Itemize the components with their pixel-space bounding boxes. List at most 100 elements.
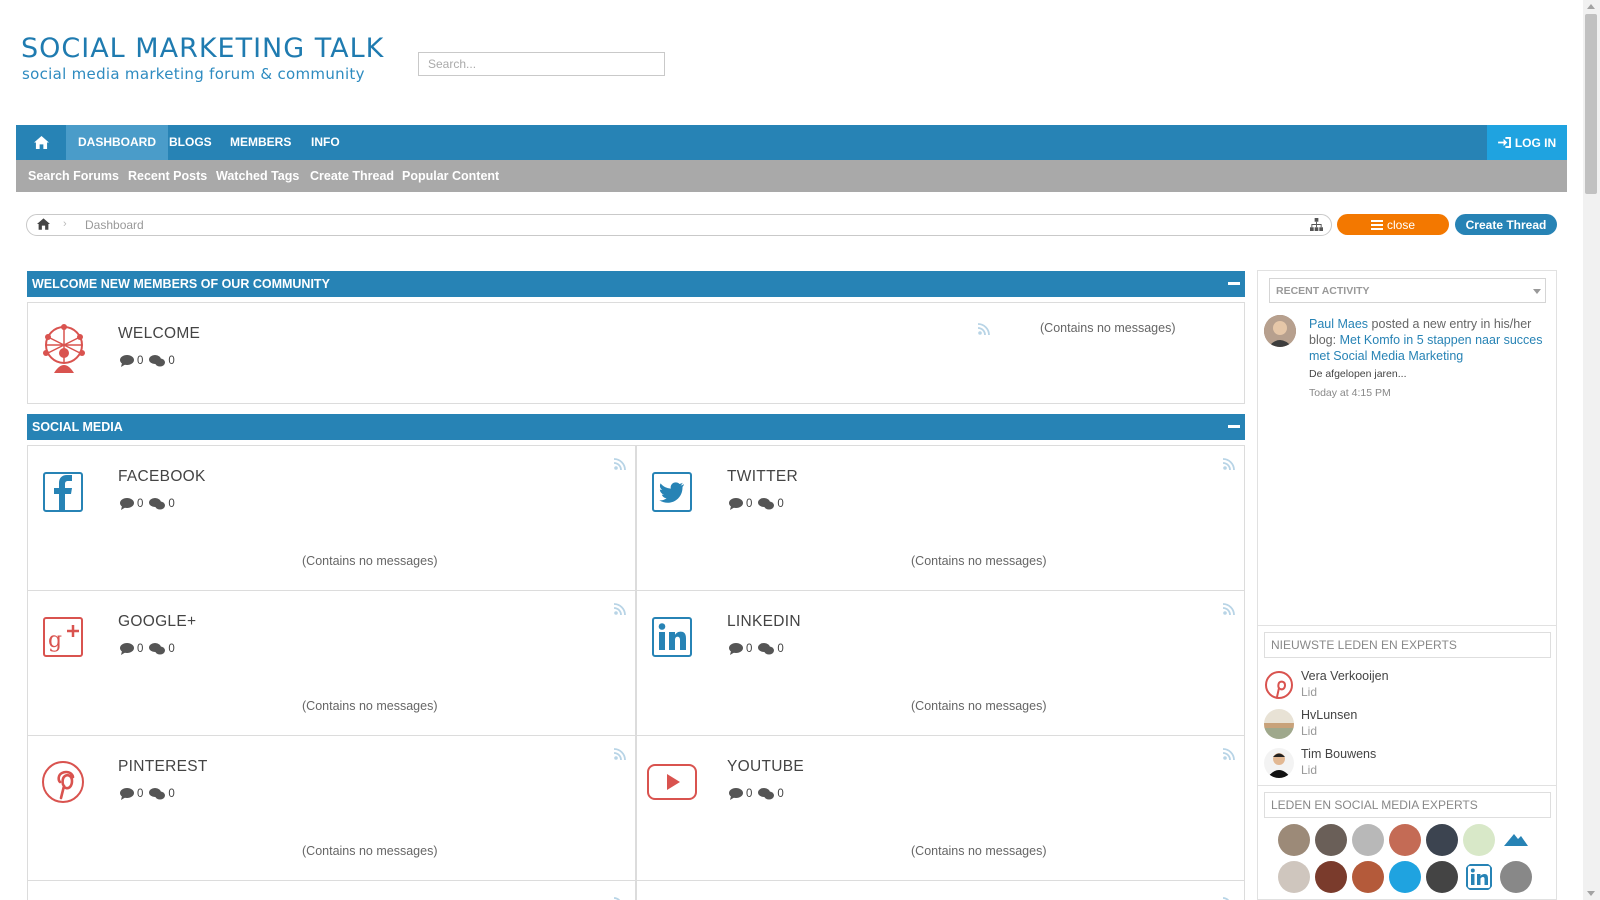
subnav-create-thread[interactable]: Create Thread <box>310 160 394 192</box>
rss-icon[interactable] <box>614 458 626 470</box>
forum-title[interactable]: LINKEDIN <box>727 613 801 631</box>
rss-icon[interactable] <box>1223 748 1235 760</box>
subnav-recent-posts[interactable]: Recent Posts <box>128 160 207 192</box>
forum-title[interactable]: FACEBOOK <box>118 468 206 486</box>
rss-icon[interactable] <box>614 893 626 900</box>
avatar[interactable] <box>1264 670 1294 700</box>
comment-icon <box>120 355 134 367</box>
rss-icon[interactable] <box>1223 603 1235 615</box>
avatar[interactable] <box>1389 824 1421 856</box>
close-button[interactable]: close <box>1337 214 1449 235</box>
avatar[interactable] <box>1315 861 1347 893</box>
subnav-watched-tags[interactable]: Watched Tags <box>216 160 299 192</box>
thread-count: 0 <box>746 498 753 510</box>
experts-title: LEDEN EN SOCIAL MEDIA EXPERTS <box>1264 792 1551 818</box>
section-header-welcome[interactable]: WELCOME NEW MEMBERS OF OUR COMMUNITY <box>27 271 1245 297</box>
section-header-social-media[interactable]: SOCIAL MEDIA <box>27 414 1245 440</box>
forum-status: (Contains no messages) <box>1040 321 1176 335</box>
forum-row-welcome: WELCOME 0 0 (Contains no messages) <box>27 302 1245 404</box>
message-count: 0 <box>168 498 175 510</box>
scroll-thumb[interactable] <box>1585 14 1597 194</box>
activity-select[interactable]: RECENT ACTIVITY <box>1269 278 1546 303</box>
create-thread-button[interactable]: Create Thread <box>1455 214 1557 235</box>
avatar[interactable] <box>1278 861 1310 893</box>
comments-icon <box>149 788 166 800</box>
member-name[interactable]: HvLunsen <box>1301 708 1357 722</box>
page: SOCIAL MARKETING TALK social media marke… <box>0 0 1600 900</box>
avatar[interactable] <box>1264 315 1296 347</box>
rss-icon[interactable] <box>978 323 990 335</box>
rss-icon[interactable] <box>614 603 626 615</box>
forum-title[interactable]: GOOGLE+ <box>118 613 196 631</box>
member-role: Lid <box>1301 724 1318 738</box>
forum-title[interactable]: YOUTUBE <box>727 758 804 776</box>
avatar[interactable] <box>1264 709 1294 739</box>
rss-icon[interactable] <box>1223 893 1235 900</box>
newest-members-block: NIEUWSTE LEDEN EN EXPERTS Vera Verkooije… <box>1258 625 1556 785</box>
nav-home-button[interactable] <box>16 125 66 160</box>
forum-cell-partial <box>27 880 636 900</box>
nav-info[interactable]: INFO <box>311 125 340 160</box>
scroll-down-icon[interactable] <box>1587 891 1595 896</box>
forum-title[interactable]: PINTEREST <box>118 758 208 776</box>
nav-dashboard[interactable]: DASHBOARD <box>66 125 168 160</box>
breadcrumb-current[interactable]: Dashboard <box>85 218 144 232</box>
member-item[interactable]: Vera Verkooijen Lid <box>1264 666 1544 702</box>
breadcrumb-home-icon[interactable] <box>37 218 50 230</box>
activity-user-link[interactable]: Paul Maes <box>1309 317 1368 331</box>
member-name[interactable]: Tim Bouwens <box>1301 747 1376 761</box>
page-scrollbar[interactable] <box>1583 0 1600 900</box>
message-count: 0 <box>777 788 784 800</box>
member-name[interactable]: Vera Verkooijen <box>1301 669 1389 683</box>
login-button[interactable]: LOG IN <box>1487 125 1567 160</box>
thread-count: 0 <box>746 643 753 655</box>
linkedin-icon <box>652 617 692 657</box>
avatar[interactable] <box>1500 861 1532 893</box>
forum-status: (Contains no messages) <box>911 554 1047 568</box>
site-title[interactable]: SOCIAL MARKETING TALK <box>21 33 384 64</box>
subnav-popular-content[interactable]: Popular Content <box>402 160 499 192</box>
message-count: 0 <box>777 643 784 655</box>
pinterest-icon <box>42 761 84 803</box>
forum-title[interactable]: TWITTER <box>727 468 798 486</box>
comments-icon <box>758 498 775 510</box>
member-item[interactable]: HvLunsen Lid <box>1264 705 1544 741</box>
message-count: 0 <box>168 643 175 655</box>
collapse-icon[interactable] <box>1228 425 1240 428</box>
forum-cell-linkedin: LINKEDIN 0 0 (Contains no messages) <box>636 590 1245 736</box>
sitemap-icon[interactable] <box>1310 218 1323 231</box>
section-title: WELCOME NEW MEMBERS OF OUR COMMUNITY <box>32 277 330 291</box>
forum-title[interactable]: WELCOME <box>118 325 200 343</box>
subnav-search-forums[interactable]: Search Forums <box>28 160 119 192</box>
message-count: 0 <box>168 788 175 800</box>
collapse-icon[interactable] <box>1228 282 1240 285</box>
comment-icon <box>729 498 743 510</box>
avatar[interactable] <box>1352 861 1384 893</box>
facebook-icon <box>43 472 83 512</box>
avatar[interactable] <box>1463 861 1495 893</box>
avatar[interactable] <box>1315 824 1347 856</box>
forum-stats: 0 0 <box>729 788 784 800</box>
forum-stats: 0 0 <box>729 498 784 510</box>
search-input[interactable] <box>418 52 665 76</box>
activity-select-value: RECENT ACTIVITY <box>1276 285 1370 297</box>
avatar[interactable] <box>1352 824 1384 856</box>
avatar[interactable] <box>1500 824 1532 856</box>
avatar[interactable] <box>1278 824 1310 856</box>
message-count: 0 <box>168 355 175 367</box>
avatar[interactable] <box>1264 748 1294 778</box>
rss-icon[interactable] <box>1223 458 1235 470</box>
activity-entry-link[interactable]: Met Komfo in 5 stappen naar succes met S… <box>1309 333 1542 363</box>
chevron-right-icon: › <box>63 218 67 230</box>
avatar[interactable] <box>1426 861 1458 893</box>
member-item[interactable]: Tim Bouwens Lid <box>1264 744 1544 780</box>
nav-blogs[interactable]: BLOGS <box>169 125 212 160</box>
scroll-up-icon[interactable] <box>1587 4 1595 9</box>
nav-members[interactable]: MEMBERS <box>230 125 291 160</box>
avatar[interactable] <box>1463 824 1495 856</box>
activity-time: Today at 4:15 PM <box>1309 387 1391 399</box>
rss-icon[interactable] <box>614 748 626 760</box>
linkedin-icon <box>1466 864 1492 890</box>
avatar[interactable] <box>1389 861 1421 893</box>
avatar[interactable] <box>1426 824 1458 856</box>
